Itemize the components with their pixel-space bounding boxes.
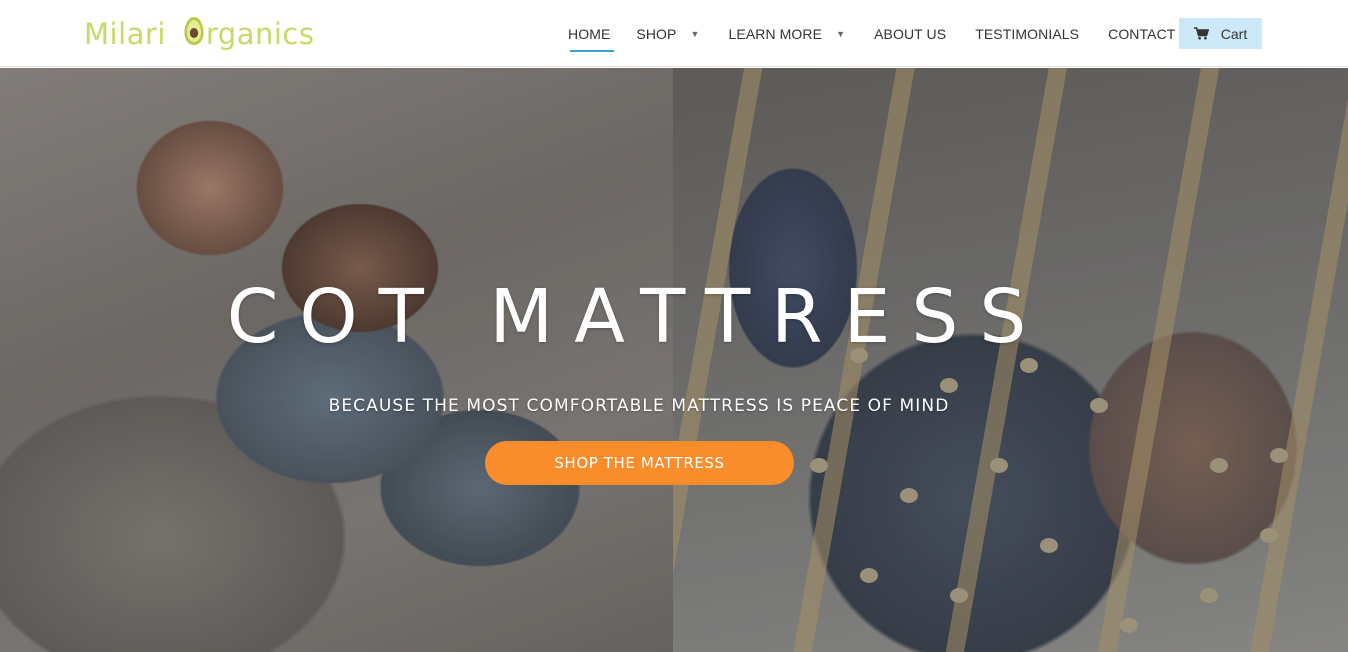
- nav-item-home[interactable]: HOME: [568, 16, 615, 52]
- nav-item-learn-more[interactable]: LEARN MORE ▼: [729, 16, 846, 52]
- hero-dim-overlay: [0, 68, 1348, 652]
- nav-item-label: LEARN MORE: [728, 26, 823, 42]
- caret-down-icon: ▼: [836, 29, 846, 39]
- logo-text-organics: rganics: [205, 17, 315, 51]
- nav-item-shop[interactable]: SHOP ▼: [636, 16, 699, 52]
- hero-banner: COT MATTRESS BECAUSE THE MOST COMFORTABL…: [0, 68, 1348, 652]
- main-nav: HOME SHOP ▼ LEARN MORE ▼ ABOUT US TESTIM…: [556, 16, 1228, 52]
- caret-down-icon: ▼: [690, 29, 700, 39]
- cart-button[interactable]: Cart: [1179, 18, 1262, 49]
- nav-item-label: TESTIMONIALS: [975, 26, 1080, 42]
- cart-label: Cart: [1220, 25, 1248, 42]
- nav-item-testimonials[interactable]: TESTIMONIALS: [975, 16, 1079, 52]
- avocado-icon: [183, 16, 205, 53]
- cta-label: SHOP THE MATTRESS: [554, 454, 725, 472]
- hero-title: COT MATTRESS: [226, 274, 1048, 360]
- site-logo[interactable]: Milari rganics: [84, 14, 314, 54]
- shop-the-mattress-button[interactable]: SHOP THE MATTRESS: [485, 441, 794, 485]
- hero-subtitle: BECAUSE THE MOST COMFORTABLE MATTRESS IS…: [328, 396, 950, 416]
- nav-item-label: HOME: [568, 26, 611, 42]
- nav-item-label: ABOUT US: [874, 26, 947, 42]
- logo-text-milari: Milari: [84, 17, 166, 51]
- nav-item-about-us[interactable]: ABOUT US: [874, 16, 946, 52]
- shopping-cart-icon: [1193, 27, 1209, 40]
- site-header: Milari rganics HOME SHOP ▼ LEARN MORE ▼ …: [0, 0, 1348, 67]
- nav-item-label: SHOP: [636, 26, 677, 42]
